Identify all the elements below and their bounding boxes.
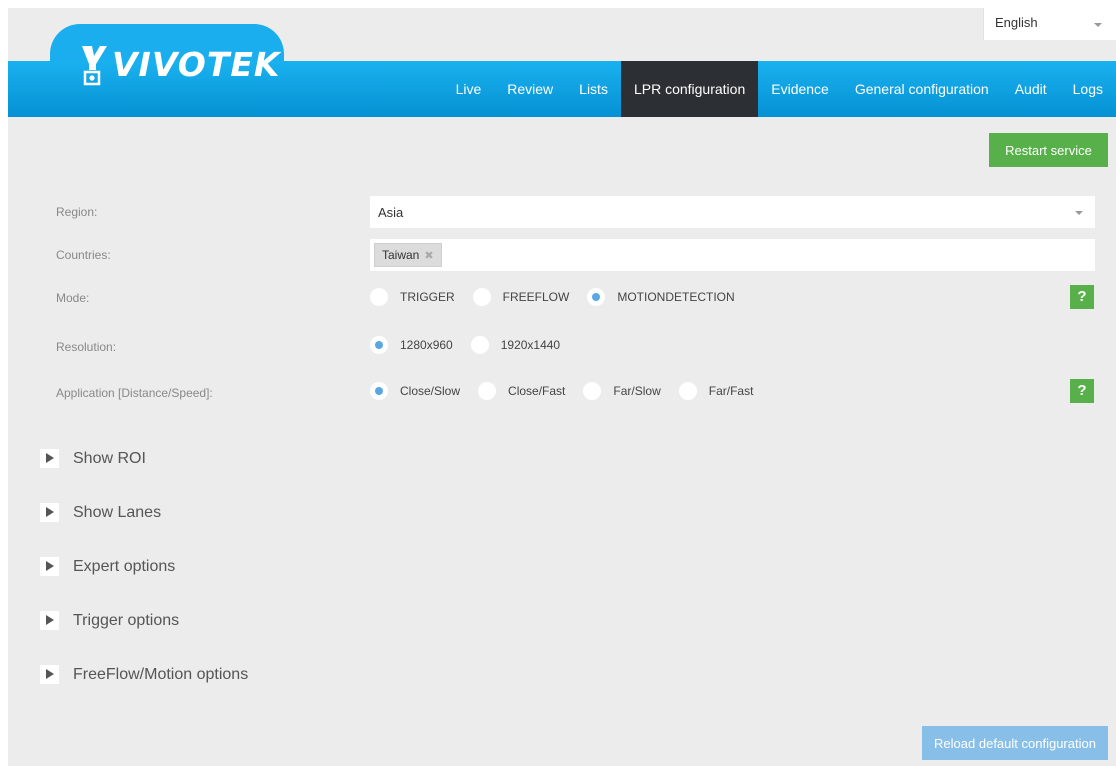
radio-label: TRIGGER: [400, 290, 455, 304]
expand-triangle-icon: [40, 665, 59, 684]
radio-button[interactable]: [470, 336, 489, 354]
radio-label: Far/Fast: [708, 384, 754, 398]
region-value: Asia: [378, 205, 404, 220]
region-select[interactable]: Asia: [370, 196, 1095, 228]
application-help-button[interactable]: ?: [1070, 379, 1094, 403]
nav-live[interactable]: Live: [443, 61, 495, 117]
main-nav: Live Review Lists LPR configuration Evid…: [443, 61, 1116, 117]
radio-button[interactable]: [472, 288, 491, 306]
chevron-down-icon: [1094, 23, 1102, 27]
radio-label: MOTIONDETECTION: [617, 290, 735, 304]
app-frame: English VIVOTEK Live Review Lists LPR co…: [8, 8, 1116, 766]
nav-lpr-configuration[interactable]: LPR configuration: [620, 61, 759, 117]
expand-triangle-icon: [40, 503, 59, 522]
radio-button-selected[interactable]: [370, 336, 388, 354]
radio-label: Far/Slow: [613, 384, 661, 398]
nav-lists[interactable]: Lists: [566, 61, 621, 117]
nav-audit[interactable]: Audit: [1002, 61, 1060, 117]
country-tag-label: Taiwan: [382, 248, 420, 262]
radio-button[interactable]: [678, 382, 697, 400]
mode-option-motiondetection[interactable]: MOTIONDETECTION: [587, 288, 735, 306]
radio-button[interactable]: [370, 288, 388, 306]
expand-triangle-icon: [40, 449, 59, 468]
language-value: English: [995, 15, 1038, 30]
application-option-far-slow[interactable]: Far/Slow: [583, 382, 661, 400]
radio-button[interactable]: [478, 382, 497, 400]
resolution-option-1920x1440[interactable]: 1920x1440: [470, 336, 561, 354]
remove-tag-icon[interactable]: ✖: [424, 249, 433, 262]
nav-review[interactable]: Review: [494, 61, 566, 117]
resolution-radio-group: 1280x960 1920x1440: [370, 336, 578, 354]
mode-label: Mode:: [56, 291, 90, 305]
nav-general-configuration[interactable]: General configuration: [842, 61, 1002, 117]
resolution-option-1280x960[interactable]: 1280x960: [370, 336, 453, 354]
section-label: Trigger options: [73, 611, 180, 629]
radio-label: 1280x960: [400, 338, 453, 352]
application-label: Application [Distance/Speed]:: [56, 386, 213, 400]
application-option-far-fast[interactable]: Far/Fast: [678, 382, 754, 400]
resolution-label: Resolution:: [56, 340, 117, 354]
radio-button-selected[interactable]: [587, 288, 606, 306]
mode-option-trigger[interactable]: TRIGGER: [370, 288, 455, 306]
application-option-close-fast[interactable]: Close/Fast: [478, 382, 565, 400]
application-option-close-slow[interactable]: Close/Slow: [370, 382, 460, 400]
country-tag: Taiwan ✖: [374, 243, 442, 267]
countries-label: Countries:: [56, 248, 111, 262]
section-freeflow-motion-options[interactable]: FreeFlow/Motion options: [40, 665, 248, 684]
logo-text: VIVOTEK: [112, 44, 281, 84]
region-label: Region:: [56, 205, 98, 219]
nav-evidence[interactable]: Evidence: [758, 61, 842, 117]
section-label: Expert options: [73, 557, 176, 575]
nav-logs[interactable]: Logs: [1060, 61, 1116, 117]
section-label: Show ROI: [73, 449, 146, 467]
radio-label: Close/Fast: [508, 384, 566, 398]
expand-triangle-icon: [40, 611, 59, 630]
chevron-down-icon: [1075, 211, 1083, 215]
application-radio-group: Close/Slow Close/Fast Far/Slow Far/Fast: [370, 382, 771, 400]
radio-button[interactable]: [583, 382, 602, 400]
mode-radio-group: TRIGGER FREEFLOW MOTIONDETECTION: [370, 288, 753, 306]
section-label: FreeFlow/Motion options: [73, 665, 249, 683]
section-trigger-options[interactable]: Trigger options: [40, 611, 179, 630]
radio-button-selected[interactable]: [370, 382, 388, 400]
mode-option-freeflow[interactable]: FREEFLOW: [472, 288, 570, 306]
countries-input[interactable]: Taiwan ✖: [370, 239, 1095, 271]
language-select[interactable]: English: [983, 8, 1116, 40]
expand-triangle-icon: [40, 557, 59, 576]
reload-default-configuration-button[interactable]: Reload default configuration: [922, 726, 1108, 760]
section-expert-options[interactable]: Expert options: [40, 557, 175, 576]
vivotek-logo-icon: [80, 42, 108, 86]
radio-label: 1920x1440: [500, 338, 561, 352]
section-label: Show Lanes: [73, 503, 162, 521]
section-show-lanes[interactable]: Show Lanes: [40, 503, 161, 522]
radio-label: FREEFLOW: [502, 290, 570, 304]
restart-service-button[interactable]: Restart service: [989, 133, 1108, 167]
radio-label: Close/Slow: [400, 384, 461, 398]
brand-logo[interactable]: VIVOTEK: [80, 36, 280, 92]
section-show-roi[interactable]: Show ROI: [40, 449, 146, 468]
mode-help-button[interactable]: ?: [1070, 285, 1094, 309]
